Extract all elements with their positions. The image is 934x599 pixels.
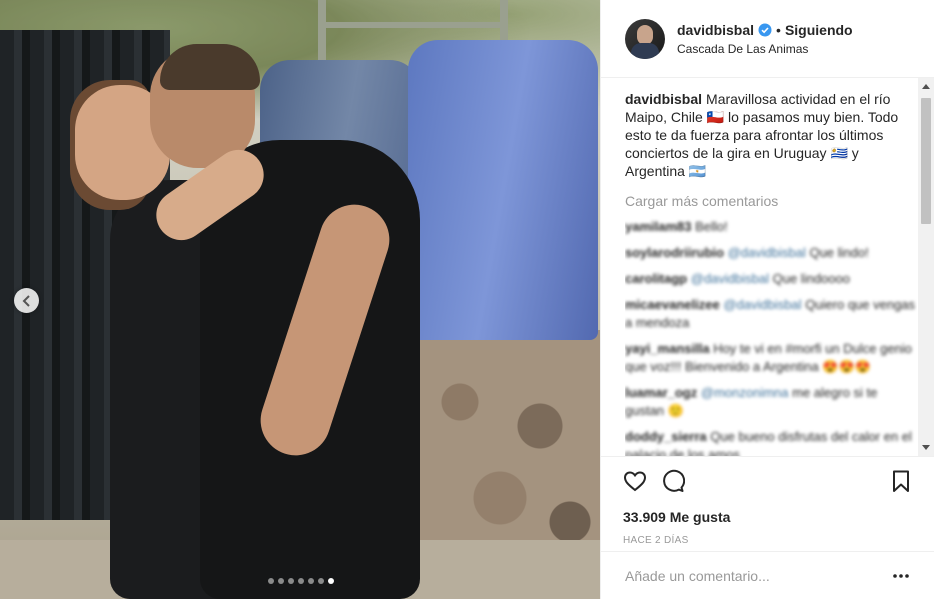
load-more-comments-button[interactable]: Cargar más comentarios (625, 192, 917, 210)
comment-item: carolitagp @davidbisbal Que lindoooo (625, 270, 917, 288)
scrollbar-thumb[interactable] (921, 98, 931, 224)
verified-badge-icon (758, 23, 772, 36)
post-timestamp[interactable]: HACE 2 DÍAS (623, 535, 919, 546)
save-button[interactable] (889, 469, 913, 493)
comment-mention[interactable]: @monzonimna (701, 385, 789, 400)
caption-username[interactable]: davidbisbal (625, 91, 702, 107)
comment-text: Bello! (695, 219, 728, 234)
post-header: davidbisbal • Siguiendo Cascada De Las A… (601, 0, 934, 78)
header-separator: • (776, 21, 781, 38)
carousel-dot (288, 578, 294, 584)
carousel-dot (298, 578, 304, 584)
post-photo[interactable] (0, 0, 600, 599)
comment-item: yayi_mansilla Hoy te vi en #morfi un Dul… (625, 340, 917, 376)
hanging-jacket (408, 40, 598, 340)
person-man-hair (160, 44, 260, 90)
chevron-left-icon (22, 294, 30, 307)
carousel-dot (268, 578, 274, 584)
comment-item: luamar_ogz @monzonimna me alegro si te g… (625, 384, 917, 420)
comment-item: micaevanelizee @davidbisbal Quiero que v… (625, 296, 917, 332)
comment-text: Que lindoooo (772, 271, 850, 286)
comment-username[interactable]: doddy_sierra (625, 429, 707, 444)
header-username[interactable]: davidbisbal (677, 22, 754, 38)
post-caption: davidbisbal Maravillosa actividad en el r… (625, 90, 917, 180)
comment-mention[interactable]: @davidbisbal (723, 297, 801, 312)
comment-username[interactable]: luamar_ogz (625, 385, 697, 400)
comment-username[interactable]: yamilam83 (625, 219, 692, 234)
comment-bubble-icon (663, 469, 685, 492)
like-button[interactable] (623, 469, 647, 493)
avatar[interactable] (625, 18, 665, 59)
comment-username[interactable]: soylarodriirubio (625, 245, 724, 260)
following-button[interactable]: Siguiendo (785, 22, 853, 38)
more-options-button[interactable] (893, 573, 909, 578)
heart-icon (623, 471, 647, 492)
more-options-icon (893, 573, 909, 578)
bookmark-icon (893, 470, 909, 492)
comment-username[interactable]: carolitagp (625, 271, 687, 286)
scroll-up-arrow-icon[interactable] (922, 84, 930, 89)
post-location[interactable]: Cascada De Las Animas (677, 42, 853, 56)
add-comment-bar (601, 551, 934, 599)
carousel-indicator (268, 578, 334, 584)
carousel-dot (328, 578, 334, 584)
comment-text: Que lindo! (809, 245, 869, 260)
comment-username[interactable]: micaevanelizee (625, 297, 720, 312)
likes-label: Me gusta (669, 509, 731, 525)
likes-number: 33.909 (623, 509, 666, 525)
comment-mention[interactable]: @davidbisbal (691, 271, 769, 286)
likes-count[interactable]: 33.909 Me gusta (623, 509, 919, 525)
comment-username[interactable]: yayi_mansilla (625, 341, 710, 356)
comment-button[interactable] (661, 469, 685, 493)
add-comment-input[interactable] (625, 567, 893, 584)
carousel-dot (318, 578, 324, 584)
scroll-down-arrow-icon[interactable] (922, 445, 930, 450)
comment-mention[interactable]: @davidbisbal (728, 245, 806, 260)
comment-item: soylarodriirubio @davidbisbal Que lindo! (625, 244, 917, 262)
post-actions: 33.909 Me gusta HACE 2 DÍAS (601, 456, 934, 546)
comment-item: yamilam83 Bello! (625, 218, 917, 236)
rock-wall (400, 330, 600, 570)
post-sidebar: davidbisbal • Siguiendo Cascada De Las A… (600, 0, 934, 599)
rack-bar (318, 22, 508, 28)
carousel-prev-button[interactable] (14, 288, 39, 313)
carousel-dot (308, 578, 314, 584)
comments-scrollbar[interactable] (918, 78, 934, 456)
comment-item: doddy_sierra Que bueno disfrutas del cal… (625, 428, 917, 456)
comments-list: davidbisbal Maravillosa actividad en el r… (625, 88, 917, 456)
carousel-dot (278, 578, 284, 584)
